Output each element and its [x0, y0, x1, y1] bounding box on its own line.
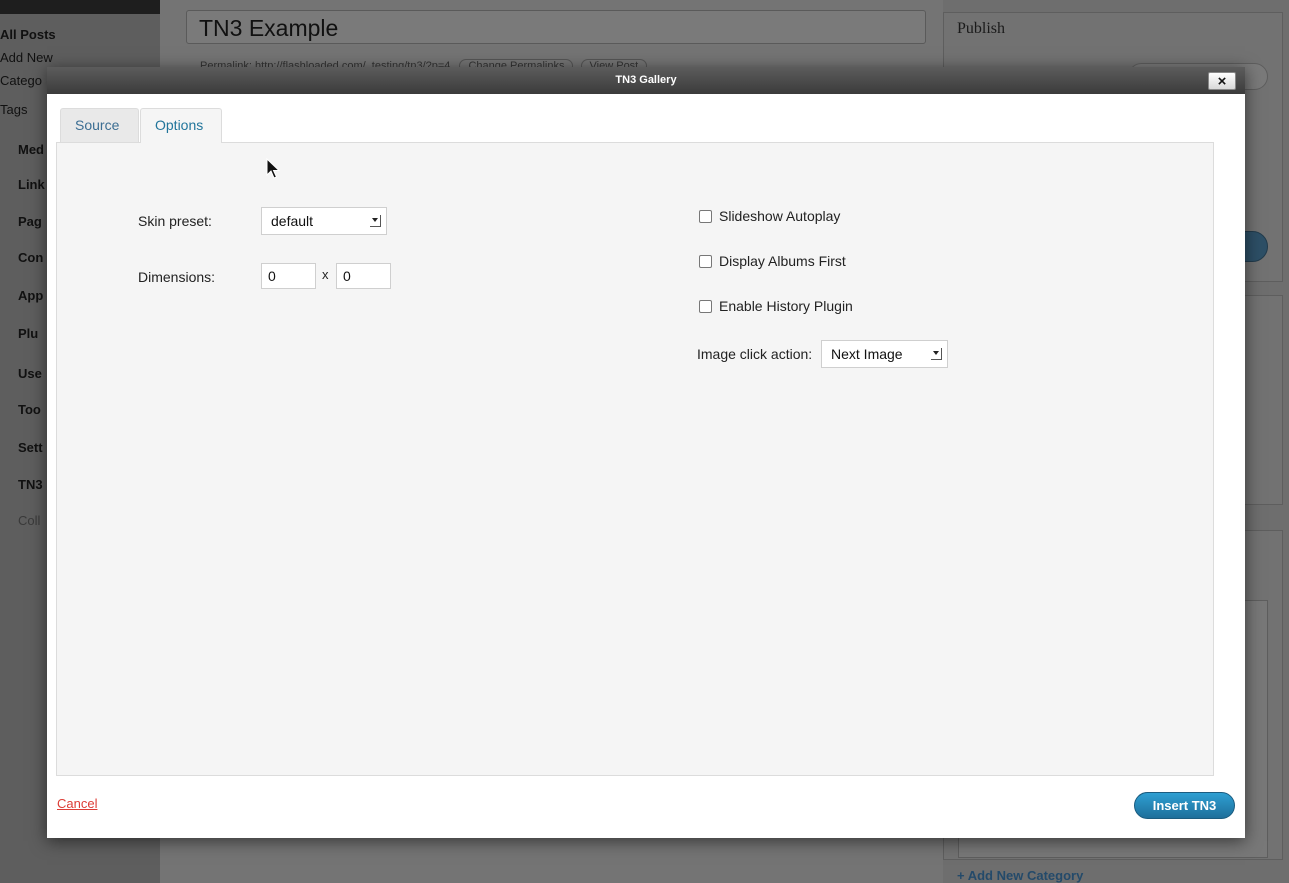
- image-click-action-value: Next Image: [831, 346, 903, 362]
- modal-title: TN3 Gallery: [615, 74, 677, 86]
- dimensions-label: Dimensions:: [138, 269, 216, 285]
- add-new-category-link: + Add New Category: [957, 868, 1084, 883]
- sidebar-item: Coll: [18, 513, 41, 528]
- skin-preset-select[interactable]: default: [261, 207, 387, 235]
- skin-preset-value: default: [271, 213, 314, 229]
- sidebar-item: TN3: [18, 477, 43, 492]
- cancel-link[interactable]: Cancel: [57, 796, 97, 811]
- options-panel: Skin preset: default Dimensions: 0 x 0 S…: [56, 142, 1214, 776]
- display-albums-first-checkbox[interactable]: [699, 255, 712, 268]
- sidebar-item: All Posts: [0, 27, 56, 42]
- mouse-cursor-icon: [266, 158, 280, 179]
- enable-history-plugin-checkbox[interactable]: [699, 300, 712, 313]
- width-input[interactable]: 0: [261, 263, 316, 289]
- sidebar-item: Med: [18, 142, 44, 157]
- sidebar-item: Sett: [18, 440, 43, 455]
- height-input[interactable]: 0: [336, 263, 391, 289]
- post-title-input: TN3 Example: [186, 10, 926, 44]
- sidebar-item: Add New: [0, 50, 53, 65]
- tab-source[interactable]: Source: [60, 108, 139, 142]
- sidebar-item: Tags: [0, 102, 28, 117]
- modal-titlebar: TN3 Gallery: [47, 67, 1245, 94]
- slideshow-autoplay-label: Slideshow Autoplay: [719, 208, 841, 224]
- admin-bar: [0, 0, 160, 14]
- sidebar-item: App: [18, 288, 44, 303]
- image-click-action-label: Image click action:: [697, 346, 813, 362]
- image-click-action-select[interactable]: Next Image: [821, 340, 948, 368]
- enable-history-plugin-label: Enable History Plugin: [719, 298, 853, 314]
- skin-preset-label: Skin preset:: [138, 213, 212, 229]
- chevron-down-icon: [370, 215, 381, 227]
- dimension-separator: x: [322, 267, 329, 282]
- publish-box-title: Publish: [957, 20, 1006, 37]
- tn3-gallery-modal: TN3 Gallery × Source Options Skin preset…: [47, 67, 1245, 838]
- chevron-down-icon: [931, 348, 942, 360]
- sidebar-item: Catego: [0, 73, 42, 88]
- slideshow-autoplay-checkbox[interactable]: [699, 210, 712, 223]
- sidebar-item: Use: [18, 366, 42, 381]
- tab-options[interactable]: Options: [140, 108, 222, 143]
- sidebar-item: Link: [18, 177, 45, 192]
- insert-tn3-button[interactable]: Insert TN3: [1134, 792, 1235, 819]
- tab-source-label: Source: [75, 117, 120, 133]
- sidebar-item: Con: [18, 250, 44, 265]
- close-button[interactable]: ×: [1208, 72, 1236, 90]
- sidebar-item: Plu: [18, 326, 39, 341]
- sidebar-item: Too: [18, 402, 41, 417]
- tab-options-label: Options: [155, 117, 204, 133]
- sidebar-item: Pag: [18, 214, 42, 229]
- display-albums-first-label: Display Albums First: [719, 253, 846, 269]
- close-icon: ×: [1217, 73, 1227, 90]
